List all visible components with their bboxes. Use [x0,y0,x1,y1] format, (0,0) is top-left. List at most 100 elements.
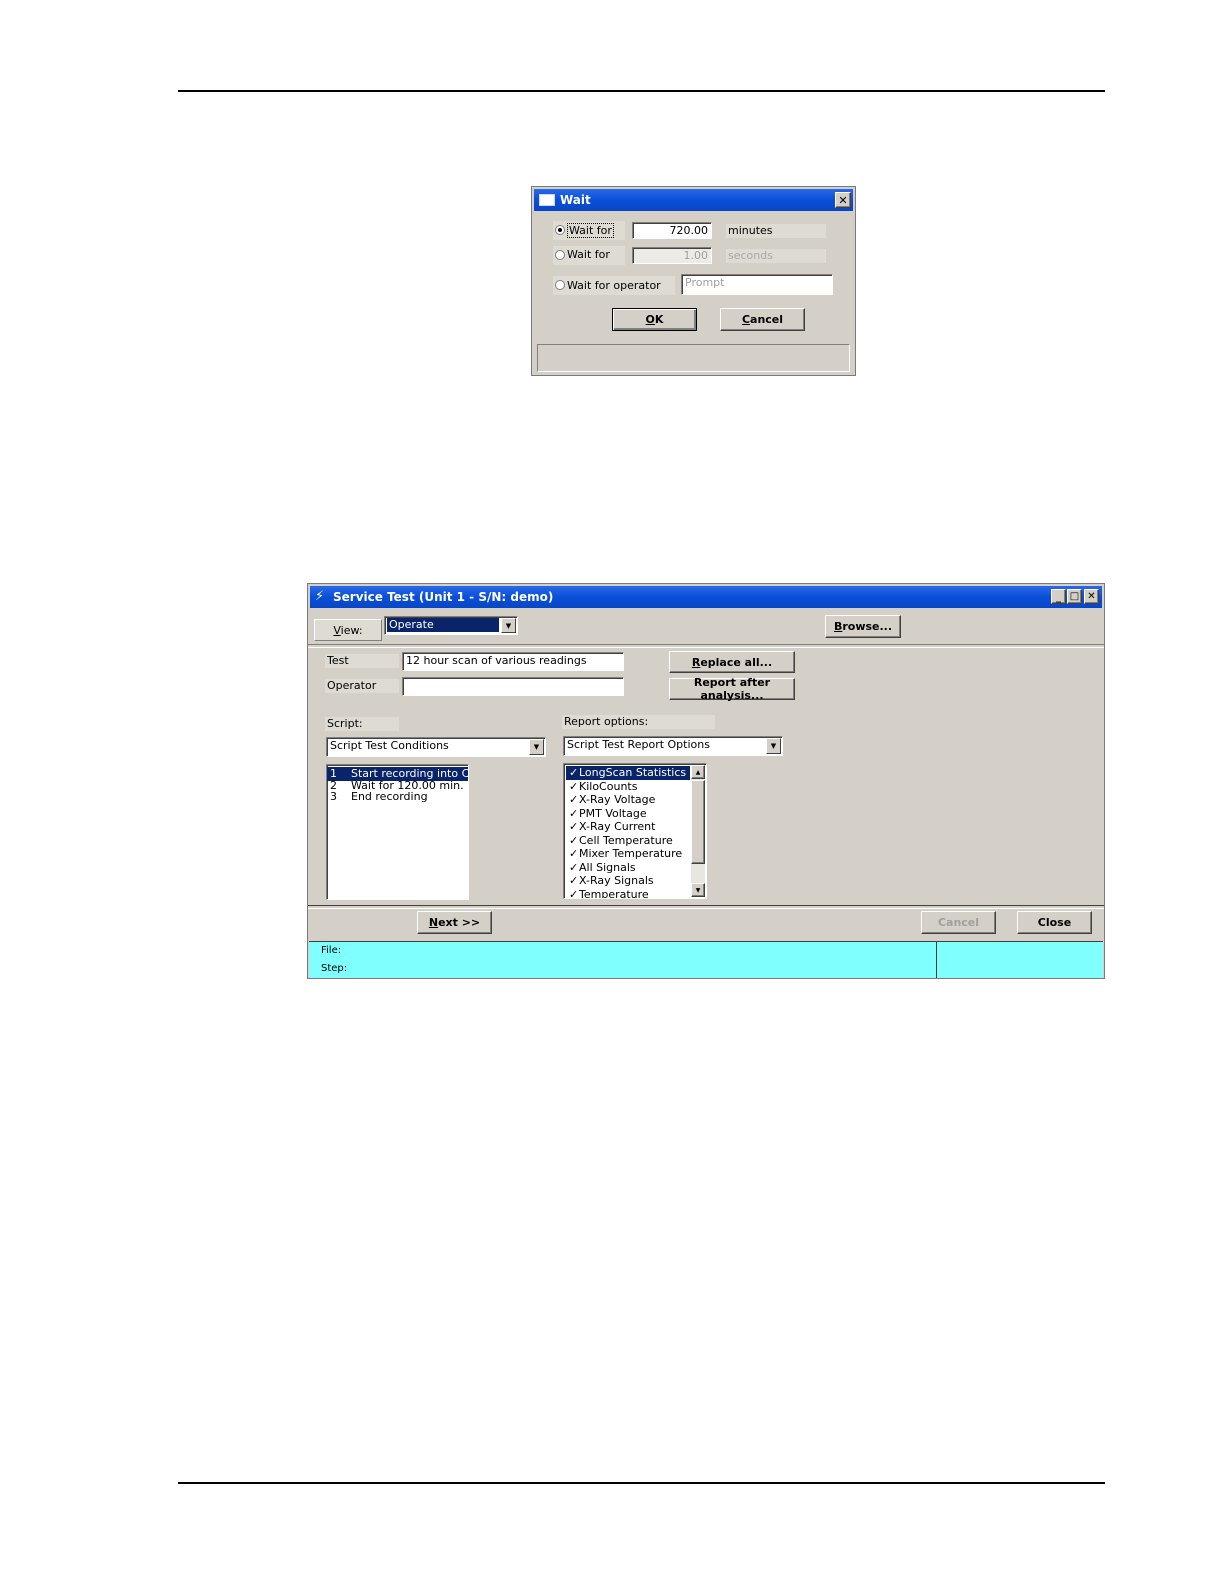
script-steps-list[interactable]: 1 Start recording into Co 2 Wait for 120.0… [326,764,469,900]
check-icon: ✓ [569,779,579,793]
report-item-text: All Signals [579,860,636,874]
wait-status-bar [537,344,850,372]
report-options-select[interactable]: Script Test Report Options ▼ [563,736,783,756]
check-icon: ✓ [569,833,579,847]
wait-seconds-label: Wait for [567,248,610,261]
maximize-icon[interactable]: □ [1067,589,1082,604]
app-icon: ⚡ [315,589,325,604]
cancel-button-label: Cancel [741,313,784,326]
check-icon: ✓ [569,806,579,820]
wait-minutes-label-text: Wait for [567,223,614,238]
list-item[interactable]: ✓Mixer Temperature [566,847,690,861]
close-button[interactable]: Close [1017,911,1092,934]
footer-separator [308,905,1104,909]
service-test-title: Service Test (Unit 1 - S/N: demo) [333,590,554,604]
report-item-text: LongScan Statistics [579,766,687,779]
list-item[interactable]: ✓Temperature [566,887,690,899]
wait-minutes-option[interactable]: Wait for [553,221,625,240]
status-divider [936,942,937,978]
cancel-button[interactable]: Cancel [921,911,996,934]
window-icon [539,194,555,206]
wait-dialog-titlebar[interactable]: Wait ✕ [534,189,853,211]
operator-label: Operator [325,679,399,693]
next-button[interactable]: Next >> [417,911,492,934]
report-options-select-value: Script Test Report Options [567,738,710,751]
view-label-text: View: [333,623,363,637]
service-test-titlebar[interactable]: ⚡ Service Test (Unit 1 - S/N: demo) _ □ … [310,586,1102,608]
view-select-value: Operate [387,618,499,632]
report-item-text: Cell Temperature [579,833,673,847]
wait-operator-radio[interactable] [555,280,565,290]
report-item-text: X-Ray Current [579,820,656,833]
report-options-list[interactable]: ✓LongScan Statistics ✓KiloCounts ✓X-Ray … [563,763,707,899]
list-item[interactable]: ✓Cell Temperature [566,834,690,848]
wait-seconds-radio[interactable] [555,250,565,260]
report-after-analysis-button[interactable]: Report after analysis... [669,676,795,702]
view-separator [308,644,1104,648]
close-icon[interactable]: ✕ [1084,589,1099,604]
script-label: Script: [325,717,399,731]
wait-seconds-option[interactable]: Wait for [553,246,625,265]
replace-all-label: Replace all... [691,655,773,669]
status-file-label: File: [321,945,342,956]
next-button-label: Next >> [428,916,481,929]
check-icon: ✓ [569,874,579,887]
list-item[interactable]: ✓PMT Voltage [566,807,690,821]
bottom-rule [178,1482,1105,1484]
replace-all-button[interactable]: Replace all... [669,651,795,673]
report-item-text: Mixer Temperature [579,847,683,860]
list-item[interactable]: ✓KiloCounts [566,780,690,794]
cancel-button-label: Cancel [937,916,980,929]
status-bar: File: Step: [309,941,1103,978]
step-number: 3 [330,790,337,803]
cancel-button[interactable]: Cancel [720,308,805,331]
top-rule [178,90,1105,92]
wait-operator-option[interactable]: Wait for operator [553,276,675,295]
report-item-text: X-Ray Voltage [579,793,656,806]
view-select[interactable]: Operate ▼ [384,616,518,635]
script-select[interactable]: Script Test Conditions ▼ [326,737,546,757]
list-item[interactable]: ✓LongScan Statistics [566,766,690,780]
check-icon: ✓ [569,766,579,779]
ok-button-label: OK [645,313,664,326]
script-select-value: Script Test Conditions [330,739,449,752]
test-name-input[interactable]: 12 hour scan of various readings [402,652,624,671]
report-item-text: X-Ray Signals [579,874,654,887]
operator-input[interactable] [402,677,624,696]
ok-button[interactable]: OK [612,308,697,331]
list-item[interactable]: 3 End recording [327,790,468,804]
report-after-analysis-label: Report after analysis... [693,676,771,702]
test-label: Test [325,654,399,668]
minutes-unit-label: minutes [726,224,826,238]
report-item-text: PMT Voltage [579,806,647,820]
view-label: View: [314,619,382,641]
check-icon: ✓ [569,793,579,806]
chevron-down-icon[interactable]: ▼ [501,618,516,633]
report-item-text: Temperature [579,887,649,899]
report-options-scrollbar[interactable]: ▲ ▼ [691,765,705,897]
close-icon[interactable]: ✕ [835,192,851,208]
check-icon: ✓ [569,820,579,833]
scroll-down-icon[interactable]: ▼ [691,883,705,897]
check-icon: ✓ [569,860,579,874]
wait-minutes-radio[interactable] [555,225,565,235]
chevron-down-icon[interactable]: ▼ [766,738,781,754]
wait-minutes-input[interactable]: 720.00 [632,222,712,239]
browse-button[interactable]: Browse... [825,615,901,638]
minimize-icon[interactable]: _ [1051,589,1066,604]
report-item-text: KiloCounts [579,779,638,793]
seconds-unit-label: seconds [726,249,826,263]
status-step-label: Step: [321,963,348,974]
report-options-label: Report options: [562,715,715,729]
list-item[interactable]: ✓X-Ray Signals [566,874,690,888]
list-item[interactable]: ✓X-Ray Current [566,820,690,834]
list-item[interactable]: ✓X-Ray Voltage [566,793,690,807]
list-item[interactable]: ✓All Signals [566,861,690,875]
scroll-up-icon[interactable]: ▲ [691,765,705,779]
operator-prompt-input[interactable]: Prompt [681,274,833,295]
close-button-label: Close [1037,916,1072,929]
chevron-down-icon[interactable]: ▼ [529,739,544,755]
scroll-thumb[interactable] [691,780,705,864]
wait-dialog-title: Wait [560,193,591,207]
check-icon: ✓ [569,847,579,860]
